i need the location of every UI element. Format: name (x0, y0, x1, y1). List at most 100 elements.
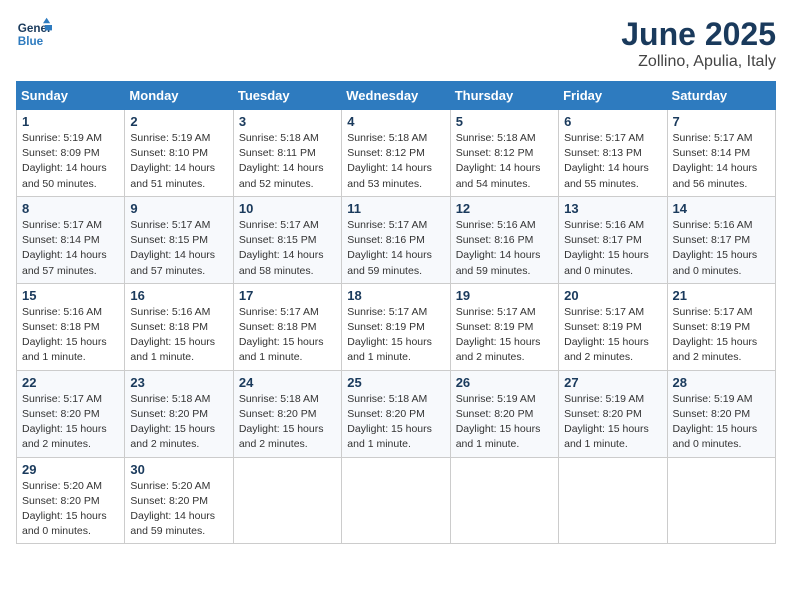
calendar-cell: 20 Sunrise: 5:17 AM Sunset: 8:19 PM Dayli… (559, 283, 667, 370)
calendar-cell: 25Sunrise: 5:18 AM Sunset: 8:20 PM Dayli… (342, 370, 450, 457)
weekday-header-tuesday: Tuesday (233, 82, 341, 110)
day-number: 27 (564, 375, 661, 390)
day-number: 17 (239, 288, 336, 303)
weekday-header-thursday: Thursday (450, 82, 558, 110)
calendar-cell: 5Sunrise: 5:18 AM Sunset: 8:12 PM Daylig… (450, 110, 558, 197)
calendar-cell: 30 Sunrise: 5:20 AM Sunset: 8:20 PM Dayli… (125, 457, 233, 544)
day-info: Sunrise: 5:20 AM Sunset: 8:20 PM Dayligh… (130, 479, 227, 540)
calendar-cell: 3 Sunrise: 5:18 AM Sunset: 8:11 PM Daylig… (233, 110, 341, 197)
calendar-cell: 27Sunrise: 5:19 AM Sunset: 8:20 PM Dayli… (559, 370, 667, 457)
day-number: 22 (22, 375, 119, 390)
day-info: Sunrise: 5:18 AM Sunset: 8:20 PM Dayligh… (239, 392, 336, 453)
day-number: 8 (22, 201, 119, 216)
calendar-week-row: 15 Sunrise: 5:16 AM Sunset: 8:18 PM Dayli… (17, 283, 776, 370)
day-info: Sunrise: 5:17 AM Sunset: 8:14 PM Dayligh… (22, 218, 119, 279)
logo-icon: General Blue (16, 16, 52, 52)
day-info: Sunrise: 5:19 AM Sunset: 8:20 PM Dayligh… (456, 392, 553, 453)
calendar-cell: 18 Sunrise: 5:17 AM Sunset: 8:19 PM Dayli… (342, 283, 450, 370)
day-number: 15 (22, 288, 119, 303)
day-number: 12 (456, 201, 553, 216)
day-info: Sunrise: 5:17 AM Sunset: 8:14 PM Dayligh… (673, 131, 770, 192)
calendar-cell (450, 457, 558, 544)
day-number: 26 (456, 375, 553, 390)
day-info: Sunrise: 5:19 AM Sunset: 8:09 PM Dayligh… (22, 131, 119, 192)
calendar-cell: 29 Sunrise: 5:20 AM Sunset: 8:20 PM Dayli… (17, 457, 125, 544)
day-info: Sunrise: 5:18 AM Sunset: 8:12 PM Dayligh… (347, 131, 444, 192)
weekday-header-saturday: Saturday (667, 82, 775, 110)
day-info: Sunrise: 5:17 AM Sunset: 8:16 PM Dayligh… (347, 218, 444, 279)
day-info: Sunrise: 5:18 AM Sunset: 8:11 PM Dayligh… (239, 131, 336, 192)
calendar-week-row: 8 Sunrise: 5:17 AM Sunset: 8:14 PM Daylig… (17, 196, 776, 283)
calendar-cell: 17Sunrise: 5:17 AM Sunset: 8:18 PM Dayli… (233, 283, 341, 370)
day-info: Sunrise: 5:18 AM Sunset: 8:12 PM Dayligh… (456, 131, 553, 192)
day-info: Sunrise: 5:16 AM Sunset: 8:16 PM Dayligh… (456, 218, 553, 279)
day-number: 14 (673, 201, 770, 216)
calendar-cell: 12 Sunrise: 5:16 AM Sunset: 8:16 PM Dayli… (450, 196, 558, 283)
calendar-cell: 8 Sunrise: 5:17 AM Sunset: 8:14 PM Daylig… (17, 196, 125, 283)
day-number: 4 (347, 114, 444, 129)
day-number: 30 (130, 462, 227, 477)
day-info: Sunrise: 5:18 AM Sunset: 8:20 PM Dayligh… (347, 392, 444, 453)
calendar-cell (667, 457, 775, 544)
day-info: Sunrise: 5:17 AM Sunset: 8:15 PM Dayligh… (239, 218, 336, 279)
calendar-cell: 10Sunrise: 5:17 AM Sunset: 8:15 PM Dayli… (233, 196, 341, 283)
weekday-header-friday: Friday (559, 82, 667, 110)
calendar-cell: 15Sunrise: 5:16 AM Sunset: 8:18 PM Dayli… (17, 283, 125, 370)
day-info: Sunrise: 5:17 AM Sunset: 8:19 PM Dayligh… (347, 305, 444, 366)
day-info: Sunrise: 5:20 AM Sunset: 8:20 PM Dayligh… (22, 479, 119, 540)
day-info: Sunrise: 5:17 AM Sunset: 8:19 PM Dayligh… (673, 305, 770, 366)
calendar-week-row: 1 Sunrise: 5:19 AM Sunset: 8:09 PM Daylig… (17, 110, 776, 197)
day-info: Sunrise: 5:18 AM Sunset: 8:20 PM Dayligh… (130, 392, 227, 453)
day-info: Sunrise: 5:16 AM Sunset: 8:17 PM Dayligh… (673, 218, 770, 279)
day-number: 18 (347, 288, 444, 303)
day-number: 6 (564, 114, 661, 129)
day-number: 2 (130, 114, 227, 129)
calendar-cell: 2 Sunrise: 5:19 AM Sunset: 8:10 PM Daylig… (125, 110, 233, 197)
weekday-header-monday: Monday (125, 82, 233, 110)
logo: General Blue (16, 16, 52, 52)
calendar-cell: 6 Sunrise: 5:17 AM Sunset: 8:13 PM Daylig… (559, 110, 667, 197)
day-info: Sunrise: 5:19 AM Sunset: 8:10 PM Dayligh… (130, 131, 227, 192)
day-number: 29 (22, 462, 119, 477)
day-number: 20 (564, 288, 661, 303)
calendar-cell: 26 Sunrise: 5:19 AM Sunset: 8:20 PM Dayli… (450, 370, 558, 457)
calendar-header-row: SundayMondayTuesdayWednesdayThursdayFrid… (17, 82, 776, 110)
month-title: June 2025 (621, 16, 776, 53)
calendar-cell (233, 457, 341, 544)
calendar-cell: 19 Sunrise: 5:17 AM Sunset: 8:19 PM Dayli… (450, 283, 558, 370)
day-number: 19 (456, 288, 553, 303)
calendar-cell: 21 Sunrise: 5:17 AM Sunset: 8:19 PM Dayli… (667, 283, 775, 370)
day-info: Sunrise: 5:17 AM Sunset: 8:19 PM Dayligh… (564, 305, 661, 366)
day-number: 16 (130, 288, 227, 303)
location-subtitle: Zollino, Apulia, Italy (621, 53, 776, 71)
day-number: 28 (673, 375, 770, 390)
day-info: Sunrise: 5:17 AM Sunset: 8:19 PM Dayligh… (456, 305, 553, 366)
calendar-body: 1 Sunrise: 5:19 AM Sunset: 8:09 PM Daylig… (17, 110, 776, 544)
calendar-cell: 1 Sunrise: 5:19 AM Sunset: 8:09 PM Daylig… (17, 110, 125, 197)
weekday-header-wednesday: Wednesday (342, 82, 450, 110)
day-number: 13 (564, 201, 661, 216)
day-info: Sunrise: 5:17 AM Sunset: 8:15 PM Dayligh… (130, 218, 227, 279)
calendar-cell: 7 Sunrise: 5:17 AM Sunset: 8:14 PM Daylig… (667, 110, 775, 197)
calendar-cell: 11 Sunrise: 5:17 AM Sunset: 8:16 PM Dayli… (342, 196, 450, 283)
calendar-cell: 24 Sunrise: 5:18 AM Sunset: 8:20 PM Dayli… (233, 370, 341, 457)
day-number: 3 (239, 114, 336, 129)
calendar-cell: 28Sunrise: 5:19 AM Sunset: 8:20 PM Dayli… (667, 370, 775, 457)
svg-text:Blue: Blue (18, 35, 44, 48)
day-info: Sunrise: 5:16 AM Sunset: 8:18 PM Dayligh… (130, 305, 227, 366)
calendar-cell: 23Sunrise: 5:18 AM Sunset: 8:20 PM Dayli… (125, 370, 233, 457)
header: General Blue June 2025 Zollino, Apulia, … (16, 16, 776, 71)
day-info: Sunrise: 5:17 AM Sunset: 8:20 PM Dayligh… (22, 392, 119, 453)
day-info: Sunrise: 5:17 AM Sunset: 8:13 PM Dayligh… (564, 131, 661, 192)
day-number: 11 (347, 201, 444, 216)
calendar-table: SundayMondayTuesdayWednesdayThursdayFrid… (16, 81, 776, 544)
calendar-cell (342, 457, 450, 544)
title-area: June 2025 Zollino, Apulia, Italy (621, 16, 776, 71)
day-number: 24 (239, 375, 336, 390)
day-number: 1 (22, 114, 119, 129)
calendar-week-row: 22 Sunrise: 5:17 AM Sunset: 8:20 PM Dayli… (17, 370, 776, 457)
calendar-cell: 16 Sunrise: 5:16 AM Sunset: 8:18 PM Dayli… (125, 283, 233, 370)
day-info: Sunrise: 5:16 AM Sunset: 8:17 PM Dayligh… (564, 218, 661, 279)
day-number: 7 (673, 114, 770, 129)
day-number: 21 (673, 288, 770, 303)
